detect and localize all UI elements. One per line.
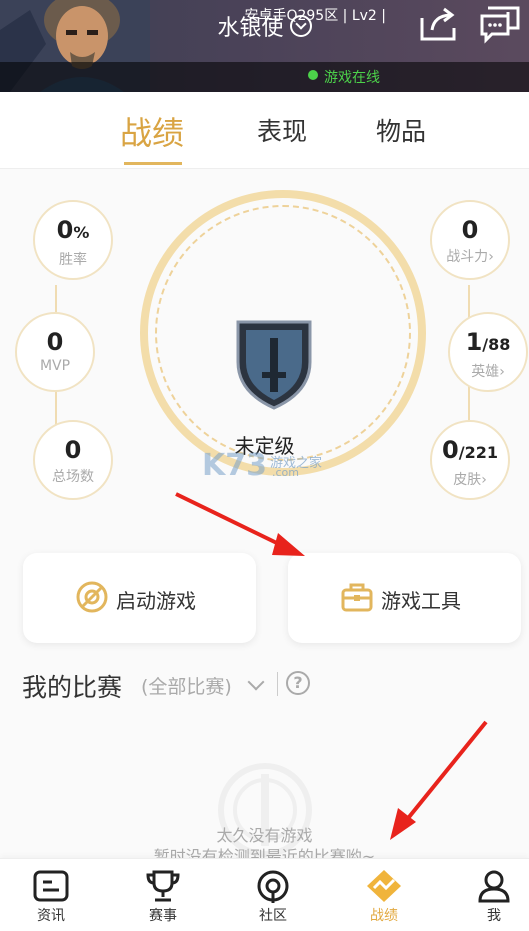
tab-indicator xyxy=(124,162,182,165)
stat-value: 0 xyxy=(56,216,74,244)
divider xyxy=(277,672,278,696)
tab-performance[interactable]: 表现 xyxy=(257,112,307,148)
chevron-right-icon: › xyxy=(481,472,487,488)
stat-mvp: 0 MVP xyxy=(15,312,95,392)
game-tools-button[interactable]: 游戏工具 xyxy=(288,553,521,643)
launch-game-label: 启动游戏 xyxy=(116,589,196,613)
stat-value: 0 xyxy=(461,216,479,244)
stat-total: /88 xyxy=(482,335,511,354)
trophy-icon xyxy=(146,870,180,902)
stat-value: 0 xyxy=(46,328,64,356)
stat-value: 1 xyxy=(465,328,483,356)
nav-news[interactable]: 资讯 xyxy=(11,859,91,931)
online-status-dot xyxy=(308,70,318,80)
chevron-right-icon: › xyxy=(499,364,505,380)
launch-game-icon xyxy=(76,581,108,613)
rank-shield-icon xyxy=(236,320,312,410)
community-icon xyxy=(257,870,289,903)
tab-items[interactable]: 物品 xyxy=(376,112,426,148)
matches-title: 我的比赛 xyxy=(22,673,123,702)
tab-bar: 战绩 表现 物品 xyxy=(0,92,529,169)
game-tools-label: 游戏工具 xyxy=(381,589,461,613)
stat-heroes[interactable]: 1/88 英雄› xyxy=(448,312,528,392)
nav-community[interactable]: 社区 xyxy=(233,859,313,931)
bottom-nav: 资讯 赛事 社区 战绩 我 xyxy=(0,858,529,931)
record-icon xyxy=(367,870,401,902)
share-icon[interactable] xyxy=(418,6,458,42)
stat-label: 皮肤 xyxy=(453,472,482,488)
matches-filter[interactable]: (全部比赛) xyxy=(141,672,232,699)
profile-icon xyxy=(478,870,510,903)
stat-skins[interactable]: 0/221 皮肤› xyxy=(430,420,510,500)
stat-power[interactable]: 0 战斗力› xyxy=(430,200,510,280)
help-icon[interactable]: ? xyxy=(286,671,310,695)
stat-unit: % xyxy=(73,223,90,242)
account-bar xyxy=(0,62,529,92)
stat-label: 战斗力 xyxy=(446,249,489,265)
stat-total-games: 0 总场数 xyxy=(33,420,113,500)
account-info: 安卓手Q295区 | Lv2 | xyxy=(244,8,386,24)
online-status: 游戏在线 xyxy=(324,70,380,86)
stat-label: 胜率 xyxy=(59,252,87,268)
nav-label: 我 xyxy=(487,908,501,924)
chevron-down-icon[interactable] xyxy=(247,673,265,691)
watermark-logo: K73 xyxy=(202,448,267,483)
message-icon[interactable] xyxy=(478,4,522,44)
nav-events[interactable]: 赛事 xyxy=(123,859,203,931)
watermark-domain: .com xyxy=(272,466,299,479)
nav-record[interactable]: 战绩 xyxy=(344,859,424,931)
stat-label: MVP xyxy=(39,358,71,374)
stat-value: 0 xyxy=(64,436,82,464)
nav-label: 赛事 xyxy=(149,908,177,924)
tab-record[interactable]: 战绩 xyxy=(120,108,184,154)
stat-label: 英雄 xyxy=(471,364,500,380)
nav-label: 资讯 xyxy=(37,908,65,924)
stat-value: 0 xyxy=(442,436,459,464)
stat-label: 总场数 xyxy=(52,469,94,485)
chevron-right-icon: › xyxy=(488,249,494,265)
profile-header: 水银使 安卓手Q295区 | Lv2 | 游戏在线 xyxy=(0,0,529,92)
nav-label: 社区 xyxy=(259,908,287,924)
nav-profile[interactable]: 我 xyxy=(454,859,529,931)
toolbox-icon xyxy=(341,583,373,612)
launch-game-button[interactable]: 启动游戏 xyxy=(23,553,256,643)
news-icon xyxy=(33,870,69,902)
stat-win-rate: 0% 胜率 xyxy=(33,200,113,280)
stat-total: /221 xyxy=(458,443,498,462)
nav-label: 战绩 xyxy=(370,908,398,924)
